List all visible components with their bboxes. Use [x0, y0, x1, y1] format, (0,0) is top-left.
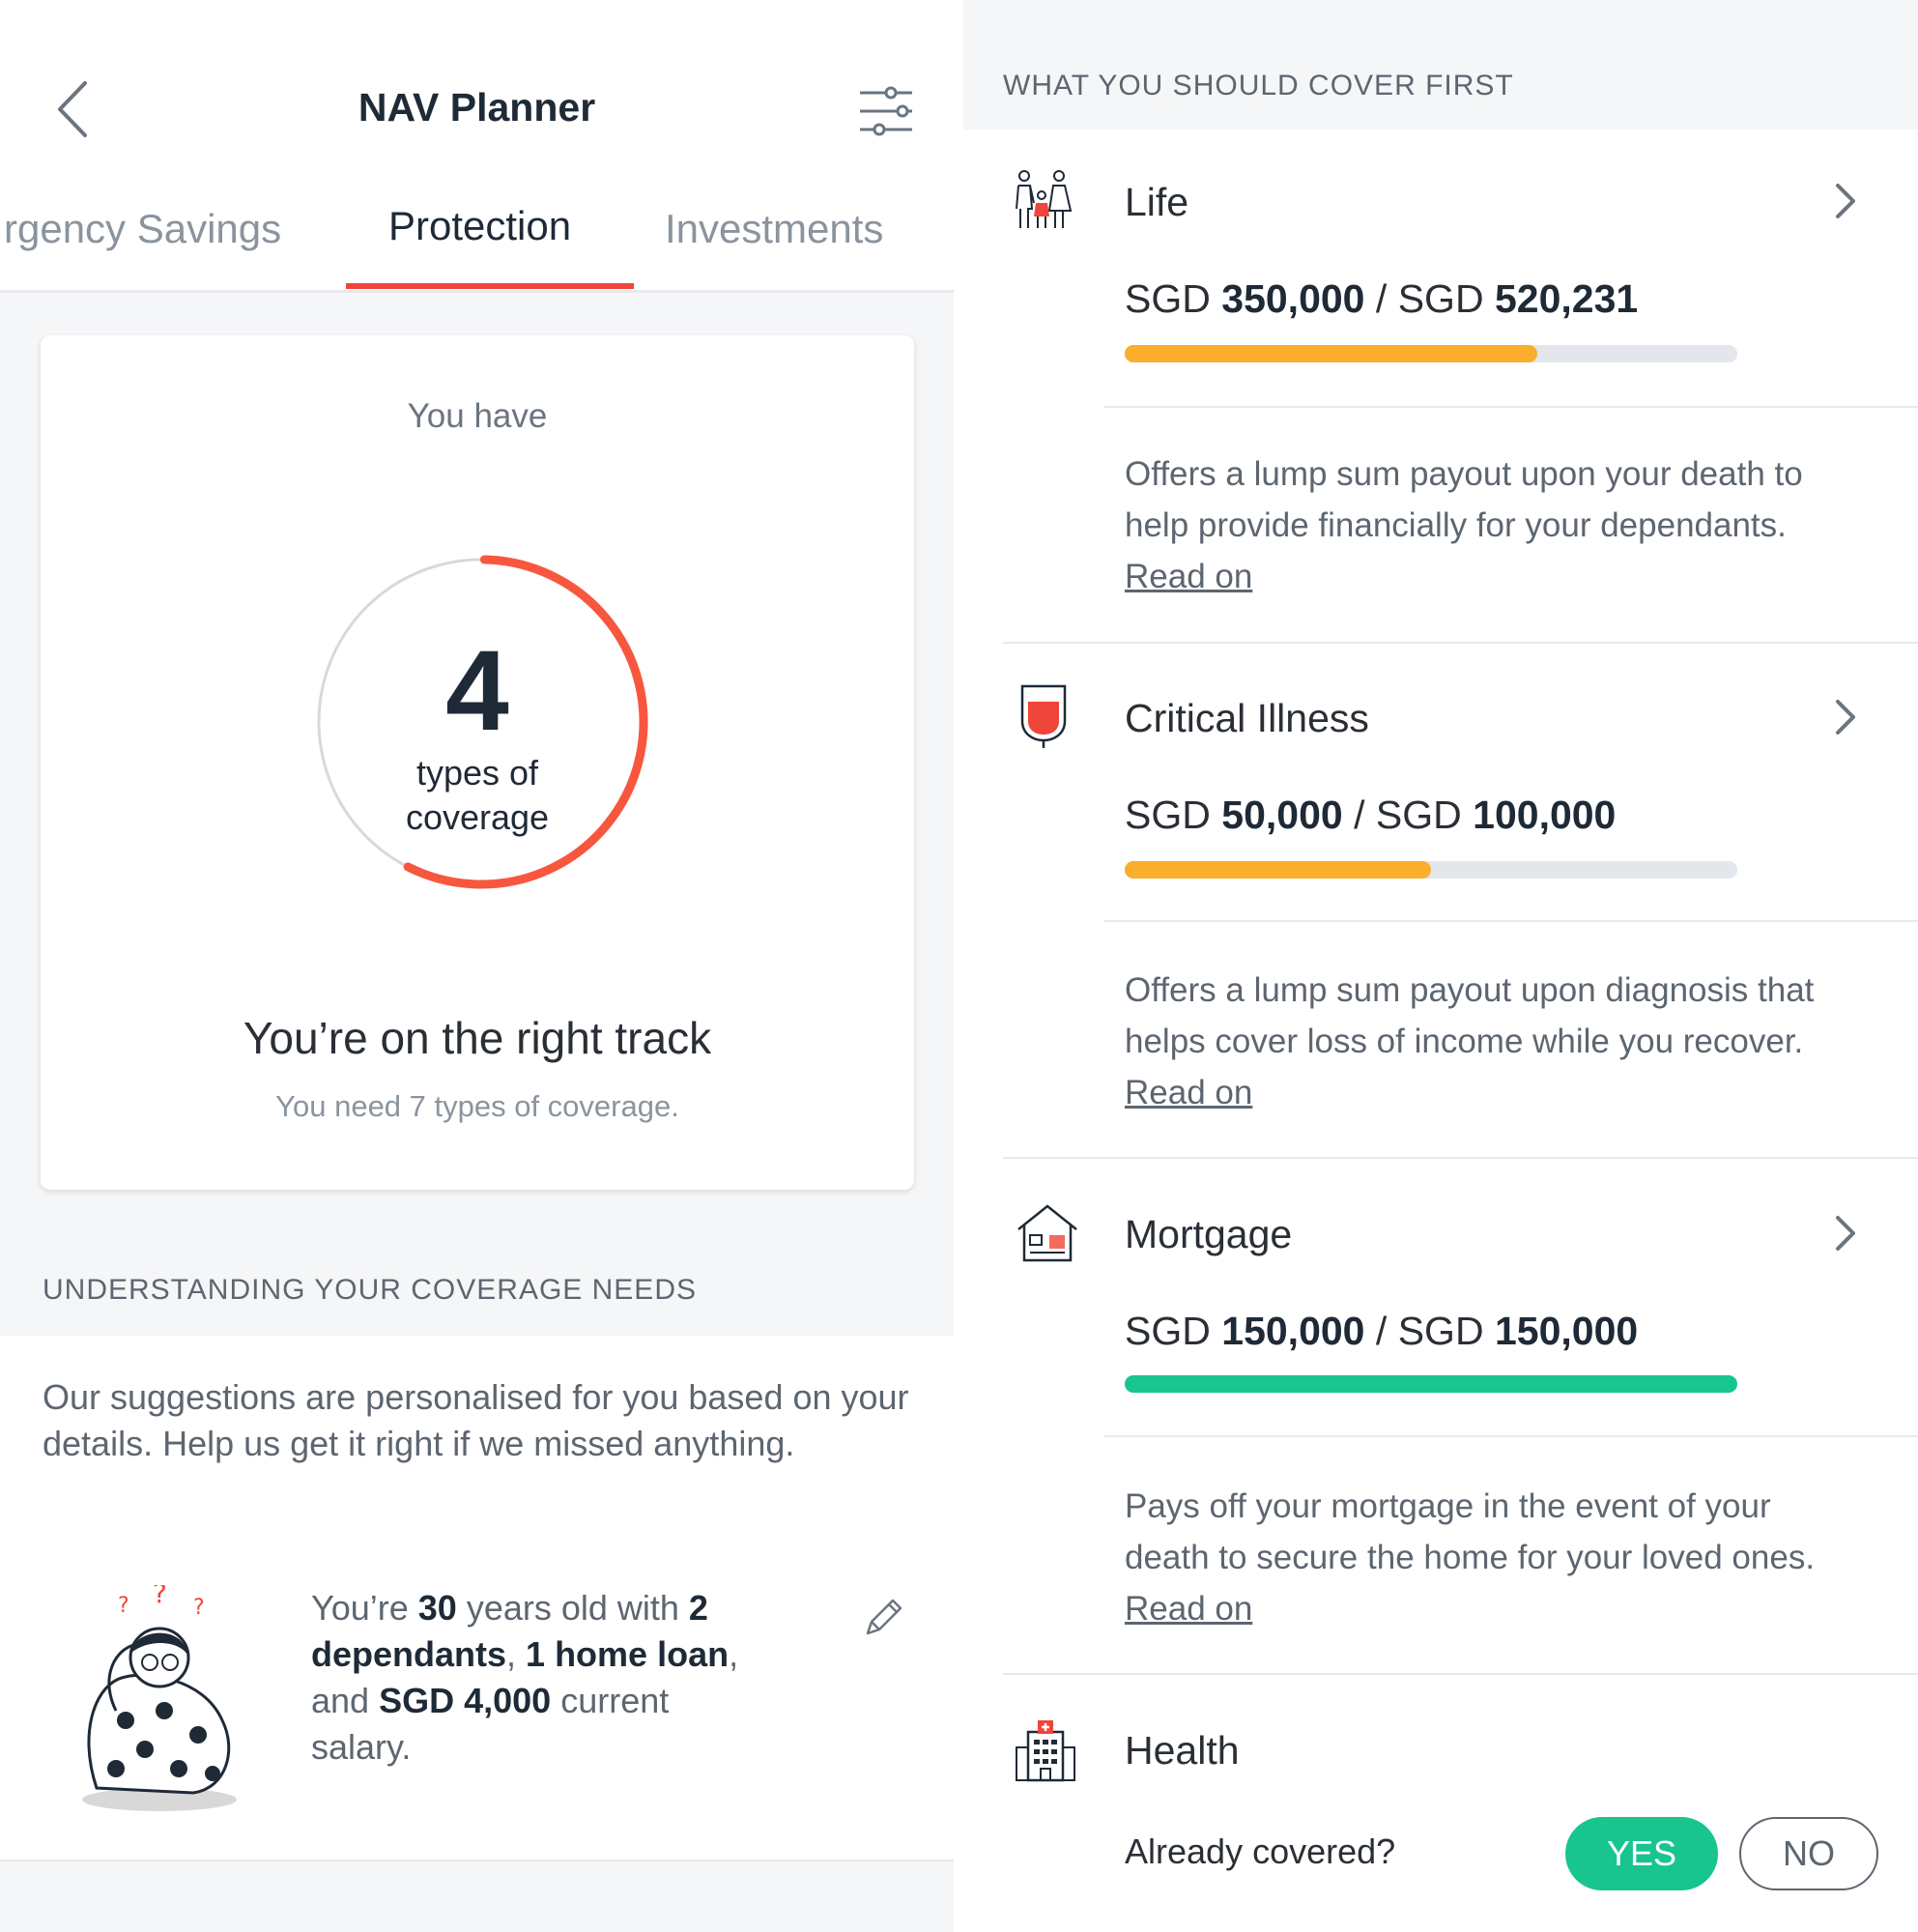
- description-text: Offers a lump sum payout upon your death…: [1125, 455, 1803, 544]
- chevron-right-icon[interactable]: [1828, 180, 1861, 222]
- svg-text:?: ?: [153, 1585, 167, 1609]
- coverage-critical-illness-amount: SGD 50,000 / SGD 100,000: [1125, 793, 1616, 838]
- coverage-count-label: types of coverage: [41, 751, 914, 840]
- no-button[interactable]: NO: [1739, 1817, 1878, 1890]
- filter-settings-icon[interactable]: [858, 83, 914, 139]
- profile-text: years old with: [456, 1588, 689, 1628]
- coverage-have-value: 150,000: [1221, 1309, 1365, 1353]
- active-tab-indicator: [346, 283, 634, 289]
- coverage-count-label-line2: coverage: [405, 797, 550, 837]
- profile-age: 30: [417, 1588, 457, 1628]
- cover-first-header: [963, 0, 1918, 130]
- coverage-mortgage-amount: SGD 150,000 / SGD 150,000: [1125, 1309, 1638, 1354]
- amount-separator: /: [1354, 793, 1365, 837]
- currency-label: SGD: [1397, 1309, 1484, 1353]
- divider: [1103, 406, 1918, 408]
- divider: [1003, 1157, 1918, 1159]
- coverage-critical-illness-description: Offers a lump sum payout upon diagnosis …: [1125, 965, 1859, 1118]
- coverage-critical-illness-progress-fill: [1125, 861, 1431, 879]
- already-covered-question: Already covered?: [1125, 1831, 1396, 1871]
- currency-label: SGD: [1125, 276, 1211, 321]
- tab-emergency-savings[interactable]: rgency Savings: [4, 206, 281, 252]
- page-title: NAV Planner: [358, 85, 596, 130]
- profile-salary: SGD 4,000: [379, 1681, 552, 1720]
- you-have-label: You have: [407, 397, 548, 435]
- coverage-summary-card: You have 4 types of coverage You’re on t…: [41, 335, 914, 1190]
- coverage-health-name: Health: [1125, 1728, 1240, 1773]
- tab-investments[interactable]: Investments: [665, 206, 883, 252]
- profile-text: You’re: [311, 1588, 418, 1628]
- svg-text:?: ?: [193, 1596, 205, 1620]
- yes-button[interactable]: YES: [1565, 1817, 1718, 1890]
- currency-label: SGD: [1397, 276, 1484, 321]
- description-text: Pays off your mortgage in the event of y…: [1125, 1487, 1816, 1576]
- coverage-have-value: 50,000: [1221, 793, 1343, 837]
- profile-text: ,: [506, 1634, 527, 1674]
- coverage-critical-illness-name[interactable]: Critical Illness: [1125, 696, 1369, 741]
- coverage-count-label-line1: types of: [415, 753, 539, 793]
- read-on-link[interactable]: Read on: [1125, 1590, 1252, 1628]
- coverage-mortgage-progress-fill: [1125, 1375, 1737, 1393]
- currency-label: SGD: [1125, 793, 1211, 837]
- status-text: You’re on the right track: [243, 1013, 712, 1063]
- profile-summary: You’re 30 years old with 2 dependants, 1…: [311, 1585, 775, 1771]
- currency-label: SGD: [1375, 793, 1462, 837]
- chevron-right-icon[interactable]: [1828, 696, 1861, 738]
- coverage-life-description: Offers a lump sum payout upon your death…: [1125, 448, 1859, 602]
- read-on-link[interactable]: Read on: [1125, 558, 1252, 595]
- hospital-icon: [1016, 1720, 1075, 1782]
- suggestion-text: Our suggestions are personalised for you…: [43, 1377, 909, 1463]
- coverage-have-value: 350,000: [1221, 276, 1365, 321]
- tab-protection[interactable]: Protection: [388, 203, 571, 249]
- cover-first-heading: WHAT YOU SHOULD COVER FIRST: [1003, 70, 1514, 101]
- coverage-life-progress-fill: [1125, 345, 1537, 362]
- coverage-mortgage-progress-bar: [1125, 1375, 1737, 1393]
- amount-separator: /: [1375, 1309, 1388, 1353]
- amount-separator: /: [1375, 276, 1388, 321]
- coverage-mortgage-name[interactable]: Mortgage: [1125, 1212, 1292, 1257]
- coverage-life-progress-bar: [1125, 345, 1737, 362]
- coverage-critical-illness-progress-bar: [1125, 861, 1737, 879]
- coverage-mortgage-description: Pays off your mortgage in the event of y…: [1125, 1481, 1859, 1634]
- coverage-life-amount: SGD 350,000 / SGD 520,231: [1125, 276, 1638, 322]
- description-text: Offers a lump sum payout upon diagnosis …: [1125, 971, 1815, 1060]
- coverage-need-value: 520,231: [1494, 276, 1639, 321]
- confused-person-illustration: ? ? ?: [82, 1585, 237, 1811]
- needed-coverage-text: You need 7 types of coverage.: [275, 1089, 679, 1123]
- read-on-link[interactable]: Read on: [1125, 1074, 1252, 1111]
- panel-divider: [954, 0, 963, 1932]
- coverage-need-value: 150,000: [1494, 1309, 1639, 1353]
- understanding-heading: UNDERSTANDING YOUR COVERAGE NEEDS: [43, 1274, 697, 1306]
- currency-label: SGD: [1125, 1309, 1211, 1353]
- blood-bag-icon: [1020, 684, 1067, 748]
- family-icon: [1016, 170, 1073, 228]
- coverage-need-value: 100,000: [1473, 793, 1617, 837]
- divider: [1103, 920, 1918, 922]
- svg-text:?: ?: [118, 1594, 129, 1618]
- divider: [1003, 642, 1918, 644]
- profile-loans: 1 home loan: [526, 1634, 730, 1674]
- divider: [1003, 1673, 1918, 1675]
- house-icon: [1017, 1204, 1077, 1262]
- coverage-count: 4: [445, 627, 509, 755]
- chevron-right-icon[interactable]: [1828, 1212, 1861, 1254]
- divider: [1103, 1435, 1918, 1437]
- coverage-life-name[interactable]: Life: [1125, 180, 1188, 225]
- edit-pencil-icon[interactable]: [860, 1593, 908, 1641]
